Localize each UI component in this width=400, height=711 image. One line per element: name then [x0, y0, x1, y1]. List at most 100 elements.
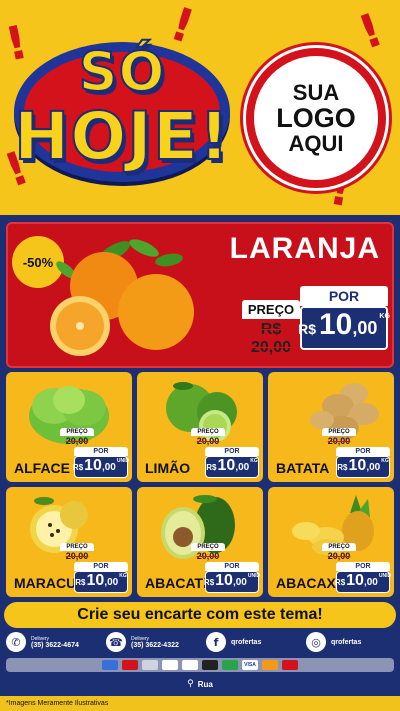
payment-card-icon — [142, 660, 158, 670]
phone-icon: ☎ — [106, 632, 126, 652]
price-int: 10 — [319, 308, 353, 341]
disclaimer: *Imagens Meramente Ilustrativas — [0, 696, 400, 711]
header: ! ! ! ! ! SÓ HOJE! SUA LOGO AQUI — [0, 0, 400, 215]
new-price-value: R$ 10 ,00 KG — [205, 456, 259, 478]
por-label: POR — [336, 562, 390, 571]
price-int: 10 — [215, 572, 233, 589]
orange-image — [50, 239, 194, 356]
contact-value: (35) 3622-4322 — [131, 641, 179, 649]
headline-line-2: HOJE! — [13, 97, 231, 176]
product-card-limao[interactable]: LIMÃO PREÇO 20,00 POR R$ 10 ,00 KG — [137, 372, 263, 482]
new-price: POR R$ 10 ,00 KG — [205, 447, 259, 478]
price-unit: KG — [119, 573, 127, 579]
exclamation-icon: ! — [351, 2, 390, 60]
product-name: ABACATE — [145, 575, 213, 591]
currency: R$ — [206, 463, 217, 472]
price-dec: ,00 — [232, 577, 247, 588]
contact-value: qrofertas — [331, 638, 362, 646]
new-price: POR R$ 10 ,00 KG — [74, 562, 128, 593]
price-unit: KG — [379, 313, 390, 320]
payment-card-icon — [202, 660, 218, 670]
facebook-contact[interactable]: f qrofertas — [206, 632, 261, 652]
price-dec: ,00 — [366, 462, 381, 473]
contacts-bar: ✆ Delivery (35) 3622-4674 ☎ Delivery (35… — [0, 630, 400, 656]
product-grid: ALFACE PREÇO 20,00 POR R$ 10 ,00 UNID LI… — [6, 372, 394, 597]
new-price-value: R$ 10 ,00 KG — [336, 456, 390, 478]
por-label: POR — [205, 447, 259, 456]
address-text: Rua — [197, 679, 213, 689]
new-price: POR R$ 10 ,00 UNID — [204, 562, 261, 593]
price-dec: ,00 — [104, 577, 119, 588]
price-label: PREÇO — [191, 543, 225, 551]
product-card-abacate[interactable]: ABACATE PREÇO 20,00 POR R$ 10 ,00 UNID — [137, 487, 263, 597]
product-name: ALFACE — [14, 460, 70, 476]
price-label: PREÇO — [60, 543, 94, 551]
price-unit: UNID — [247, 573, 261, 579]
currency: R$ — [75, 578, 86, 587]
price-dec: ,00 — [363, 577, 378, 588]
old-price-value: 20,00 — [65, 551, 89, 561]
new-price-value: R$ 10 ,00 UNID — [334, 571, 391, 593]
new-price: POR R$ 10 ,00 UNID — [334, 562, 391, 593]
whatsapp-icon: ✆ — [6, 632, 26, 652]
phone-contact[interactable]: ☎ Delivery (35) 3622-4322 — [106, 632, 179, 652]
whatsapp-contact[interactable]: ✆ Delivery (35) 3622-4674 — [6, 632, 79, 652]
currency: R$ — [72, 463, 84, 472]
product-card-abacaxi[interactable]: ABACAXI PREÇO 20,00 POR R$ 10 ,00 UNID — [268, 487, 394, 597]
price-label: PREÇO — [60, 428, 94, 436]
product-name: LIMÃO — [145, 460, 191, 476]
price-unit: KG — [381, 458, 389, 464]
currency: R$ — [334, 578, 346, 587]
price-int: 10 — [348, 457, 367, 474]
contact-value: (35) 3622-4674 — [31, 641, 79, 649]
headline: SÓ HOJE! — [6, 24, 238, 192]
currency: R$ — [298, 321, 316, 337]
product-name: ABACAXI — [276, 575, 340, 591]
featured-old-price: PREÇO R$ 20,00 — [242, 300, 300, 357]
payment-methods: VISA — [6, 658, 394, 672]
payment-card-icon — [122, 660, 138, 670]
old-price-value: 20,00 — [196, 436, 220, 446]
payment-card-icon — [282, 660, 298, 670]
por-label: POR — [336, 447, 390, 456]
old-price: PREÇO 20,00 — [322, 428, 356, 446]
price-dec: ,00 — [235, 462, 250, 473]
product-card-maracuja[interactable]: MARACUJÁ PREÇO 20,00 POR R$ 10 ,00 KG — [6, 487, 132, 597]
price-int: 10 — [346, 572, 364, 589]
por-label: POR — [74, 447, 128, 456]
facebook-icon: f — [206, 632, 226, 652]
old-price: PREÇO 20,00 — [322, 543, 356, 561]
mastercard-icon — [262, 660, 278, 670]
new-price-value: R$ 10 ,00 UNID — [204, 571, 261, 593]
old-price: PREÇO 20,00 — [191, 543, 225, 561]
currency: R$ — [337, 463, 348, 472]
headline-line-1: SÓ — [78, 39, 166, 104]
instagram-contact[interactable]: ◎ qrofertas — [306, 632, 361, 652]
product-card-alface[interactable]: ALFACE PREÇO 20,00 POR R$ 10 ,00 UNID — [6, 372, 132, 482]
logo-placeholder[interactable]: SUA LOGO AQUI — [246, 48, 386, 188]
product-name: BATATA — [276, 460, 330, 476]
price-dec: ,00 — [101, 462, 116, 473]
old-price: PREÇO 20,00 — [60, 428, 94, 446]
address: ⚲ Rua — [0, 676, 400, 692]
cta-banner[interactable]: Crie seu encarte com este tema! — [4, 602, 396, 628]
old-price-value: 20,00 — [196, 551, 220, 561]
price-label: PREÇO — [242, 300, 300, 319]
old-price-value: 20,00 — [65, 436, 89, 446]
price-label: PREÇO — [191, 428, 225, 436]
payment-card-icon — [102, 660, 118, 670]
product-card-batata[interactable]: BATATA PREÇO 20,00 POR R$ 10 ,00 KG — [268, 372, 394, 482]
price-unit: KG — [250, 458, 258, 464]
por-label: POR — [74, 562, 128, 571]
price-unit: UNID — [116, 458, 130, 464]
new-price: POR R$ 10 ,00 UNID — [72, 447, 130, 478]
featured-product-name: LARANJA — [229, 232, 380, 265]
old-price-value: R$ 20,00 — [250, 321, 292, 356]
logo-line-1: SUA — [292, 79, 340, 105]
contact-value: qrofertas — [231, 638, 262, 646]
featured-product[interactable]: -50% LARANJA PREÇO R$ 20,00 POR R$ 10 ,0… — [6, 222, 394, 368]
location-pin-icon: ⚲ — [187, 679, 194, 689]
price-label: PREÇO — [322, 543, 356, 551]
old-price: PREÇO 20,00 — [191, 428, 225, 446]
logo-line-2: LOGO — [276, 102, 356, 133]
